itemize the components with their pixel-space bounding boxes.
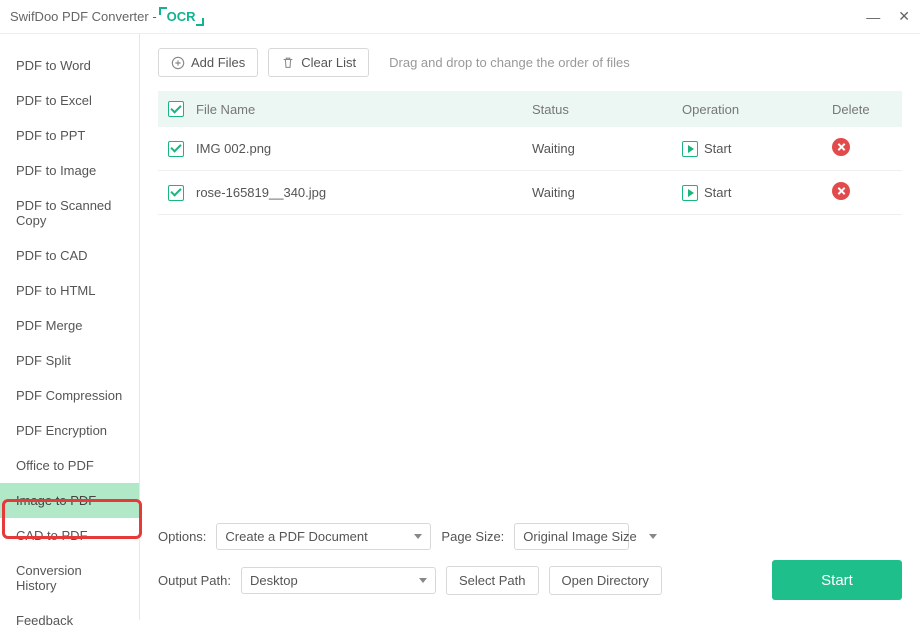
file-name: IMG 002.png [196, 141, 532, 156]
sidebar-item-label: PDF Compression [16, 388, 122, 403]
sidebar-item-label: PDF Split [16, 353, 71, 368]
add-files-button[interactable]: Add Files [158, 48, 258, 77]
sidebar-item-label: Office to PDF [16, 458, 94, 473]
sidebar-item-label: Image to PDF [16, 493, 96, 508]
chevron-down-icon [649, 534, 657, 539]
start-button[interactable]: Start [772, 560, 902, 600]
output-path-select[interactable]: Desktop [241, 567, 436, 594]
delete-row-button[interactable] [832, 138, 850, 156]
op-label: Start [704, 141, 731, 156]
file-name: rose-165819__340.jpg [196, 185, 532, 200]
sidebar-item-cad-to-pdf[interactable]: CAD to PDF [0, 518, 139, 553]
button-label: Select Path [459, 573, 526, 588]
sidebar-item-conversion-history[interactable]: Conversion History [0, 553, 139, 603]
button-label: Add Files [191, 55, 245, 70]
col-delete: Delete [832, 102, 892, 117]
sidebar-item-label: PDF to Excel [16, 93, 92, 108]
clear-list-button[interactable]: Clear List [268, 48, 369, 77]
sidebar: PDF to Word PDF to Excel PDF to PPT PDF … [0, 34, 140, 620]
row-start-button[interactable]: Start [682, 185, 832, 201]
button-label: Start [821, 572, 853, 589]
select-value: Create a PDF Document [225, 529, 367, 544]
ocr-badge[interactable]: OCR [161, 9, 202, 24]
sidebar-item-label: Conversion History [16, 563, 82, 593]
chevron-down-icon [414, 534, 422, 539]
select-value: Desktop [250, 573, 298, 588]
options-label: Options: [158, 529, 206, 544]
table-row: rose-165819__340.jpg Waiting Start [158, 171, 902, 215]
op-label: Start [704, 185, 731, 200]
sidebar-item-label: PDF to HTML [16, 283, 95, 298]
open-directory-button[interactable]: Open Directory [549, 566, 662, 595]
window-controls: — ✕ [866, 8, 910, 25]
select-all-checkbox[interactable] [168, 101, 184, 117]
sidebar-item-feedback[interactable]: Feedback [0, 603, 139, 638]
sidebar-item-pdf-to-word[interactable]: PDF to Word [0, 48, 139, 83]
titlebar: SwifDoo PDF Converter - OCR — ✕ [0, 0, 920, 34]
sidebar-item-pdf-compression[interactable]: PDF Compression [0, 378, 139, 413]
sidebar-item-label: PDF to Word [16, 58, 91, 73]
play-icon [682, 141, 698, 157]
close-icon[interactable]: ✕ [898, 8, 910, 25]
toolbar: Add Files Clear List Drag and drop to ch… [158, 48, 902, 77]
sidebar-item-label: PDF Encryption [16, 423, 107, 438]
button-label: Clear List [301, 55, 356, 70]
minimize-icon[interactable]: — [866, 9, 880, 25]
sidebar-item-label: PDF to CAD [16, 248, 88, 263]
plus-circle-icon [171, 56, 185, 70]
main-panel: Add Files Clear List Drag and drop to ch… [140, 34, 920, 620]
sidebar-item-pdf-to-ppt[interactable]: PDF to PPT [0, 118, 139, 153]
sidebar-item-label: Feedback [16, 613, 73, 628]
row-checkbox[interactable] [168, 185, 184, 201]
app-title: SwifDoo PDF Converter - [10, 9, 157, 24]
sidebar-item-label: CAD to PDF [16, 528, 88, 543]
select-path-button[interactable]: Select Path [446, 566, 539, 595]
pagesize-label: Page Size: [441, 529, 504, 544]
play-icon [682, 185, 698, 201]
sidebar-item-pdf-to-scanned[interactable]: PDF to Scanned Copy [0, 188, 139, 238]
sidebar-item-pdf-to-excel[interactable]: PDF to Excel [0, 83, 139, 118]
col-filename: File Name [196, 102, 532, 117]
sidebar-item-pdf-to-cad[interactable]: PDF to CAD [0, 238, 139, 273]
sidebar-item-image-to-pdf[interactable]: Image to PDF [0, 483, 139, 518]
chevron-down-icon [419, 578, 427, 583]
row-checkbox[interactable] [168, 141, 184, 157]
delete-row-button[interactable] [832, 182, 850, 200]
file-status: Waiting [532, 185, 682, 200]
sidebar-item-pdf-split[interactable]: PDF Split [0, 343, 139, 378]
sidebar-item-pdf-encryption[interactable]: PDF Encryption [0, 413, 139, 448]
row-start-button[interactable]: Start [682, 141, 832, 157]
table-row: IMG 002.png Waiting Start [158, 127, 902, 171]
trash-icon [281, 56, 295, 70]
sidebar-item-label: PDF to PPT [16, 128, 85, 143]
sidebar-item-label: PDF Merge [16, 318, 82, 333]
table-header: File Name Status Operation Delete [158, 91, 902, 127]
sidebar-item-label: PDF to Image [16, 163, 96, 178]
output-path-label: Output Path: [158, 573, 231, 588]
col-operation: Operation [682, 102, 832, 117]
sidebar-item-office-to-pdf[interactable]: Office to PDF [0, 448, 139, 483]
sidebar-item-pdf-to-html[interactable]: PDF to HTML [0, 273, 139, 308]
footer: Options: Create a PDF Document Page Size… [158, 513, 902, 610]
sidebar-item-label: PDF to Scanned Copy [16, 198, 111, 228]
sidebar-item-pdf-merge[interactable]: PDF Merge [0, 308, 139, 343]
sidebar-item-pdf-to-image[interactable]: PDF to Image [0, 153, 139, 188]
options-select[interactable]: Create a PDF Document [216, 523, 431, 550]
col-status: Status [532, 102, 682, 117]
button-label: Open Directory [562, 573, 649, 588]
drag-hint: Drag and drop to change the order of fil… [389, 55, 630, 70]
file-status: Waiting [532, 141, 682, 156]
select-value: Original Image Size [523, 529, 636, 544]
pagesize-select[interactable]: Original Image Size [514, 523, 629, 550]
